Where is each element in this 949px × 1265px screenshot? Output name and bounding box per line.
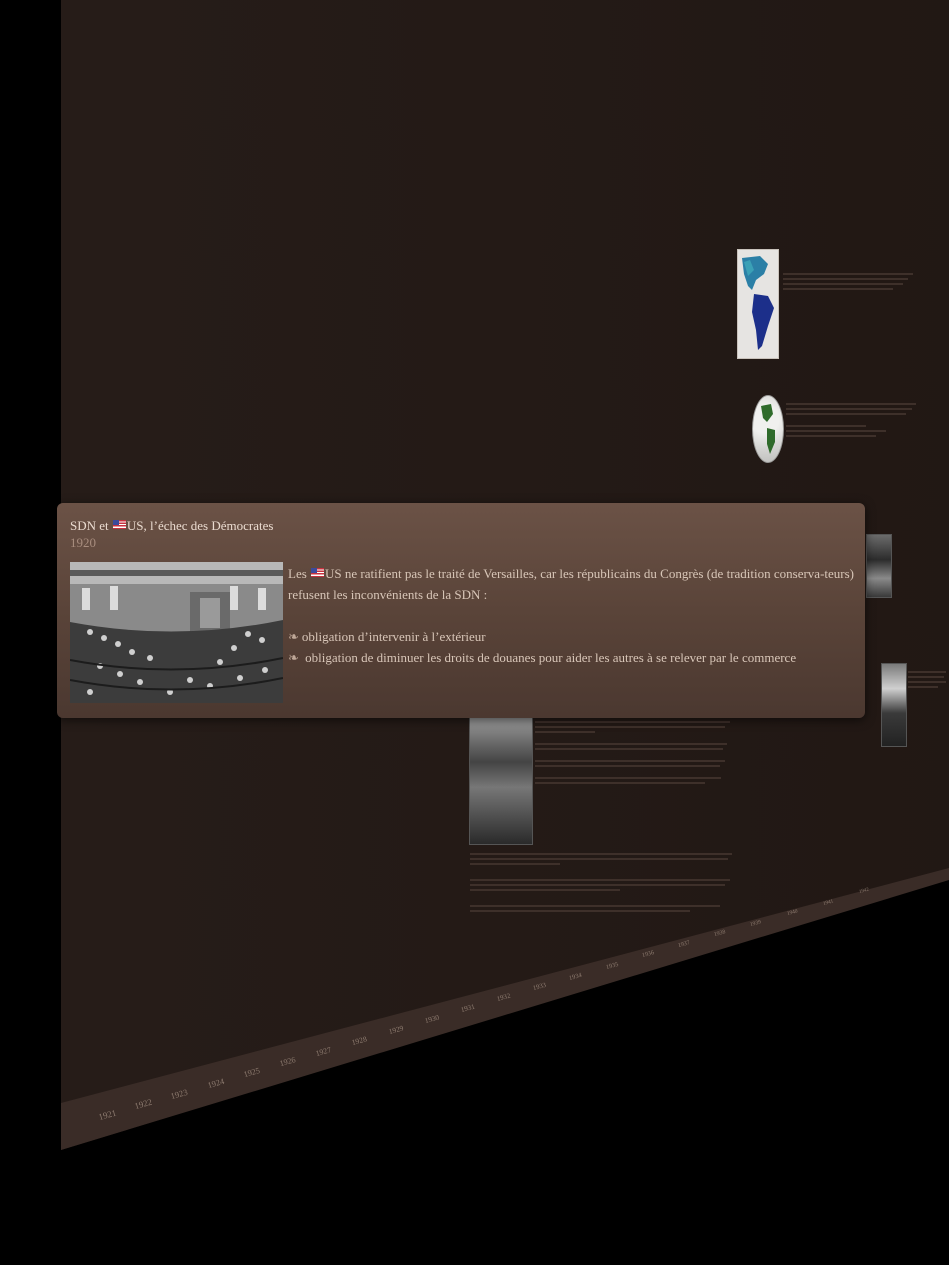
distant-card-text-2	[786, 400, 926, 440]
event-text-prefix: Les	[288, 566, 307, 581]
us-flag-icon-inline	[311, 568, 325, 577]
portrait-thumbnail[interactable]	[866, 534, 892, 598]
americas-map-thumbnail[interactable]	[737, 249, 779, 359]
map-icon	[738, 250, 778, 358]
us-flag-icon	[112, 520, 126, 529]
event-title: SDN et US, l’échec des Démocrates	[70, 518, 273, 534]
list-item-text: obligation d’intervenir à l’extérieur	[301, 629, 486, 644]
event-bullet-list: ❧ obligation d’intervenir à l’extérieur ❧…	[288, 626, 858, 668]
event-title-suffix: US, l’échec des Démocrates	[126, 518, 274, 533]
group-photo-thumbnail[interactable]	[469, 717, 533, 845]
event-date: 1920	[70, 535, 96, 550]
portrait-thumbnail-2[interactable]	[881, 663, 907, 747]
congress-chamber-image	[70, 562, 283, 703]
event-popup-card[interactable]: SDN et US, l’échec des Démocrates 1920 L…	[57, 503, 865, 718]
fleuron-bullet-icon: ❧	[288, 629, 299, 644]
distant-card-text	[783, 270, 923, 293]
event-paragraph: Les US ne ratifient pas le traité de Ver…	[288, 563, 858, 605]
list-item-text: obligation de diminuer les droits de dou…	[305, 650, 797, 665]
globe-thumbnail[interactable]	[752, 395, 784, 463]
congress-photo[interactable]	[70, 562, 283, 703]
distant-card-text-4	[470, 850, 738, 915]
event-description: Les US ne ratifient pas le traité de Ver…	[288, 563, 858, 668]
distant-card-text-5	[908, 668, 948, 691]
fleuron-bullet-icon: ❧	[288, 650, 299, 665]
event-text-body: US ne ratifient pas le traité de Versail…	[288, 566, 855, 602]
list-item: ❧ obligation d’intervenir à l’extérieur	[288, 626, 858, 647]
event-title-prefix: SDN et	[70, 518, 109, 533]
distant-card-text-3	[535, 718, 735, 787]
list-item: ❧ obligation de diminuer les droits de d…	[288, 647, 858, 668]
globe-icon	[761, 404, 775, 454]
